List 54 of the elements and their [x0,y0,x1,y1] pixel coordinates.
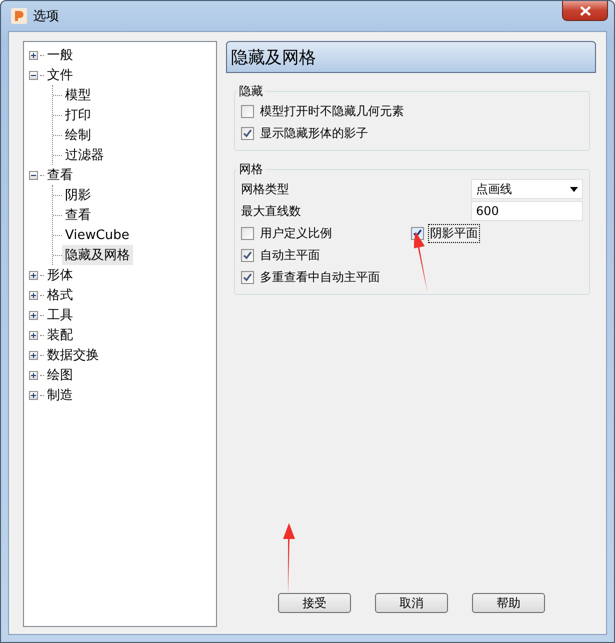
expand-icon[interactable] [29,270,38,280]
expand-icon[interactable] [29,50,38,60]
window-title: 选项 [33,8,59,25]
tree-item[interactable]: 形体 [44,265,76,285]
collapse-icon[interactable] [29,70,38,80]
checkbox-label: 阴影平面 [428,224,480,242]
checkbox-label: 用户定义比例 [259,224,333,242]
group-title: 隐藏 [238,83,264,100]
checkbox-label: 自动主平面 [259,246,321,264]
checkbox-label: 多重查看中自动主平面 [259,268,381,286]
checkbox[interactable] [241,270,254,284]
group-title: 网格 [238,161,264,178]
page-header: 隐藏及网格 [226,41,596,73]
tree-item[interactable]: 一般 [44,45,76,65]
tree-item[interactable]: ViewCube [62,226,132,244]
checkbox-label: 显示隐藏形体的影子 [259,124,369,142]
expand-icon[interactable] [29,290,38,300]
tree-item[interactable]: 格式 [44,285,76,305]
expand-icon[interactable] [29,350,38,360]
tree-item[interactable]: 查看 [62,205,94,225]
checkbox[interactable] [241,226,254,240]
dialog-button[interactable]: 取消 [375,593,448,613]
caret-icon [570,186,578,192]
checkbox[interactable] [241,104,254,118]
tree-item[interactable]: 查看 [44,165,76,185]
expand-icon[interactable] [29,310,38,320]
checkbox[interactable] [241,248,254,262]
expand-icon[interactable] [29,370,38,380]
tree-item[interactable]: 模型 [62,85,94,105]
dropdown[interactable]: 点画线 [471,179,583,199]
tree-item[interactable]: 阴影 [62,185,94,205]
dialog-button[interactable]: 帮助 [472,593,545,613]
app-logo-icon [11,8,27,24]
tree-item[interactable]: 打印 [62,105,94,125]
checkbox-label: 模型打开时不隐藏几何元素 [259,102,405,120]
tree-item[interactable]: 绘制 [62,125,94,145]
tree-item[interactable]: 绘图 [44,365,76,385]
tree-item[interactable]: 制造 [44,385,76,405]
dialog-button[interactable]: 接受 [278,593,351,613]
collapse-icon[interactable] [29,170,38,180]
tree-item[interactable]: 数据交换 [44,345,102,365]
tree-item[interactable]: 隐藏及网格 [62,245,133,265]
tree-item[interactable]: 文件 [44,65,76,85]
input-field[interactable]: 600 [471,201,583,221]
close-button[interactable] [562,1,608,21]
field-label: 最大直线数 [241,202,301,220]
expand-icon[interactable] [29,330,38,340]
tree-item[interactable]: 装配 [44,325,76,345]
expand-icon[interactable] [29,390,38,400]
field-label: 网格类型 [241,180,289,198]
checkbox[interactable] [241,126,254,140]
tree-item[interactable]: 工具 [44,305,76,325]
close-icon [580,6,590,16]
tree-item[interactable]: 过滤器 [62,145,107,165]
